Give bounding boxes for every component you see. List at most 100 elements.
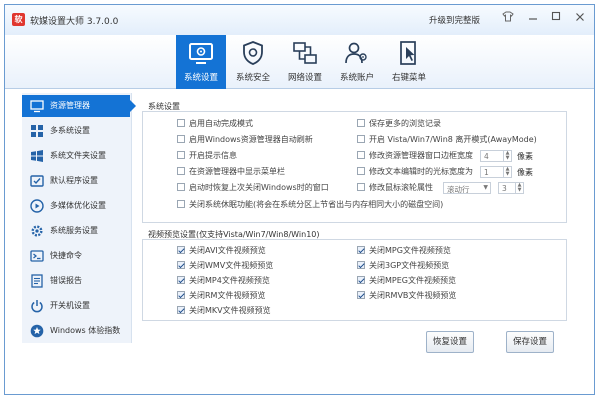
error-report-icon bbox=[30, 274, 44, 288]
grid-icon bbox=[30, 124, 44, 138]
title-bar: 软 软媒设置大师 3.7.0.0 升级到完整版 bbox=[5, 5, 594, 35]
option-label: 修改资源管理器窗口边框宽度 bbox=[369, 151, 473, 160]
option-label: 启用自动完成模式 bbox=[189, 119, 253, 128]
option-label: 关闭MPEG文件视频预览 bbox=[369, 276, 456, 285]
command-icon bbox=[30, 249, 44, 263]
tab-context-menu[interactable]: 右键菜单 bbox=[384, 35, 434, 89]
sidebar-item-label: 多媒体优化设置 bbox=[50, 201, 106, 210]
checkbox[interactable] bbox=[177, 151, 185, 159]
option-label: 开启 Vista/Win7/Win8 离开模式(AwayMode) bbox=[369, 135, 537, 144]
option-label: 启用Windows资源管理器自动刷新 bbox=[189, 135, 313, 144]
stepper-arrows-icon[interactable]: ▲ ▼ bbox=[503, 167, 511, 177]
services-gear-icon bbox=[30, 224, 44, 238]
checkbox[interactable] bbox=[177, 183, 185, 191]
stepper-value: 4 bbox=[484, 152, 489, 161]
option-label: 在资源管理器中显示菜单栏 bbox=[189, 167, 285, 176]
option-label: 开启提示信息 bbox=[189, 151, 237, 160]
checkbox[interactable] bbox=[357, 151, 365, 159]
sidebar-item-label: 多系统设置 bbox=[50, 126, 90, 135]
wheel-lines-stepper[interactable]: 3 ▲ ▼ bbox=[498, 182, 524, 194]
option-label: 关闭3GP文件视频预览 bbox=[369, 261, 450, 270]
upgrade-link[interactable]: 升级到完整版 bbox=[429, 14, 480, 26]
checkbox[interactable] bbox=[177, 291, 185, 299]
option-label: 关闭WMV文件视频预览 bbox=[189, 261, 274, 270]
sidebar-item-explorer[interactable]: 资源管理器 bbox=[22, 95, 136, 117]
tab-system-accounts[interactable]: 系统账户 bbox=[332, 35, 382, 89]
option-label: 保存更多的浏览记录 bbox=[369, 119, 441, 128]
sidebar-item-system-folders[interactable]: 系统文件夹设置 bbox=[22, 145, 132, 167]
tab-system-security[interactable]: 系统安全 bbox=[228, 35, 278, 89]
minimize-icon[interactable] bbox=[524, 11, 542, 27]
default-program-icon bbox=[30, 174, 44, 188]
checkbox[interactable] bbox=[177, 135, 185, 143]
sidebar-item-system-services[interactable]: 系统服务设置 bbox=[22, 220, 132, 242]
sidebar-item-label: 快捷命令 bbox=[50, 251, 82, 260]
app-logo-icon: 软 bbox=[12, 13, 25, 26]
sidebar-item-label: 系统文件夹设置 bbox=[50, 151, 106, 160]
pixel-unit-label: 像素 bbox=[517, 152, 533, 161]
tab-system-settings[interactable]: 系统设置 bbox=[176, 35, 226, 89]
sidebar-item-label: 默认程序设置 bbox=[50, 176, 98, 185]
sidebar-item-label: Windows 体验指数 bbox=[50, 326, 121, 335]
checkbox[interactable] bbox=[177, 261, 185, 269]
monitor-icon bbox=[30, 99, 44, 113]
checkbox[interactable] bbox=[357, 167, 365, 175]
checkbox[interactable] bbox=[177, 167, 185, 175]
network-icon bbox=[292, 40, 318, 66]
checkbox[interactable] bbox=[357, 261, 365, 269]
chevron-down-icon: ▼ bbox=[483, 184, 488, 191]
checkbox[interactable] bbox=[177, 276, 185, 284]
sidebar-item-shortcut-commands[interactable]: 快捷命令 bbox=[22, 245, 132, 267]
sidebar-item-experience-index[interactable]: Windows 体验指数 bbox=[22, 320, 132, 342]
main-toolbar: 系统设置 系统安全 网络设置 系统账户 右键菜单 bbox=[5, 35, 594, 89]
checkbox[interactable] bbox=[177, 119, 185, 127]
checkbox[interactable] bbox=[357, 246, 365, 254]
checkbox[interactable] bbox=[177, 306, 185, 314]
option-label: 关闭MKV文件视频预览 bbox=[189, 306, 271, 315]
stepper-arrows-icon[interactable]: ▲ ▼ bbox=[503, 151, 511, 161]
sidebar-item-label: 开关机设置 bbox=[50, 301, 90, 310]
option-label: 关闭RMVB文件视频预览 bbox=[369, 291, 457, 300]
option-label: 关闭系统休眠功能(将会在系统分区上节省出与内存相同大小的磁盘空间) bbox=[189, 200, 444, 209]
border-width-stepper[interactable]: 4 ▲ ▼ bbox=[480, 150, 512, 162]
stepper-value: 1 bbox=[484, 168, 489, 177]
sidebar-item-default-programs[interactable]: 默认程序设置 bbox=[22, 170, 132, 192]
pixel-unit-label: 像素 bbox=[517, 168, 533, 177]
maximize-icon[interactable] bbox=[547, 11, 565, 27]
checkbox[interactable] bbox=[357, 183, 365, 191]
sidebar-item-label: 资源管理器 bbox=[50, 101, 90, 110]
cursor-width-stepper[interactable]: 1 ▲ ▼ bbox=[480, 166, 512, 178]
tab-label: 右键菜单 bbox=[391, 73, 426, 83]
sidebar-item-label: 系统服务设置 bbox=[50, 226, 98, 235]
checkbox[interactable] bbox=[357, 291, 365, 299]
option-label: 修改文本编辑时的光标宽度为 bbox=[369, 167, 473, 176]
user-accounts-icon bbox=[344, 40, 370, 66]
checkbox[interactable] bbox=[357, 276, 365, 284]
option-label: 关闭RM文件视频预览 bbox=[189, 291, 266, 300]
sidebar-item-power-settings[interactable]: 开关机设置 bbox=[22, 295, 132, 317]
stepper-arrows-icon[interactable]: ▲ ▼ bbox=[515, 183, 523, 193]
video-preview-group: 关闭AVI文件视频预览 关闭WMV文件视频预览 关闭MP4文件视频预览 关闭RM… bbox=[142, 239, 567, 321]
option-label: 修改鼠标滚轮属性 bbox=[369, 183, 433, 192]
option-label: 关闭MP4文件视频预览 bbox=[189, 276, 270, 285]
restore-settings-button[interactable]: 恢复设置 bbox=[426, 331, 474, 353]
windows-folder-icon bbox=[30, 149, 44, 163]
sidebar-item-error-report[interactable]: 错误报告 bbox=[22, 270, 132, 292]
wheel-mode-select[interactable]: 滚动行 ▼ bbox=[443, 182, 491, 194]
select-value: 滚动行 bbox=[447, 185, 470, 194]
media-icon bbox=[30, 199, 44, 213]
checkbox[interactable] bbox=[357, 135, 365, 143]
tab-network-settings[interactable]: 网络设置 bbox=[280, 35, 330, 89]
stepper-value: 3 bbox=[502, 184, 507, 193]
app-window: 软 软媒设置大师 3.7.0.0 升级到完整版 系统设置 系统安全 网络设置 系… bbox=[4, 4, 595, 395]
sidebar-item-multi-system[interactable]: 多系统设置 bbox=[22, 120, 132, 142]
app-title: 软媒设置大师 3.7.0.0 bbox=[30, 17, 119, 27]
sidebar-item-label: 错误报告 bbox=[50, 276, 82, 285]
shirt-icon[interactable] bbox=[499, 11, 517, 27]
save-settings-button[interactable]: 保存设置 bbox=[506, 331, 554, 353]
checkbox[interactable] bbox=[177, 246, 185, 254]
checkbox[interactable] bbox=[357, 119, 365, 127]
sidebar-item-multimedia[interactable]: 多媒体优化设置 bbox=[22, 195, 132, 217]
checkbox[interactable] bbox=[177, 200, 185, 208]
close-icon[interactable] bbox=[571, 11, 589, 27]
